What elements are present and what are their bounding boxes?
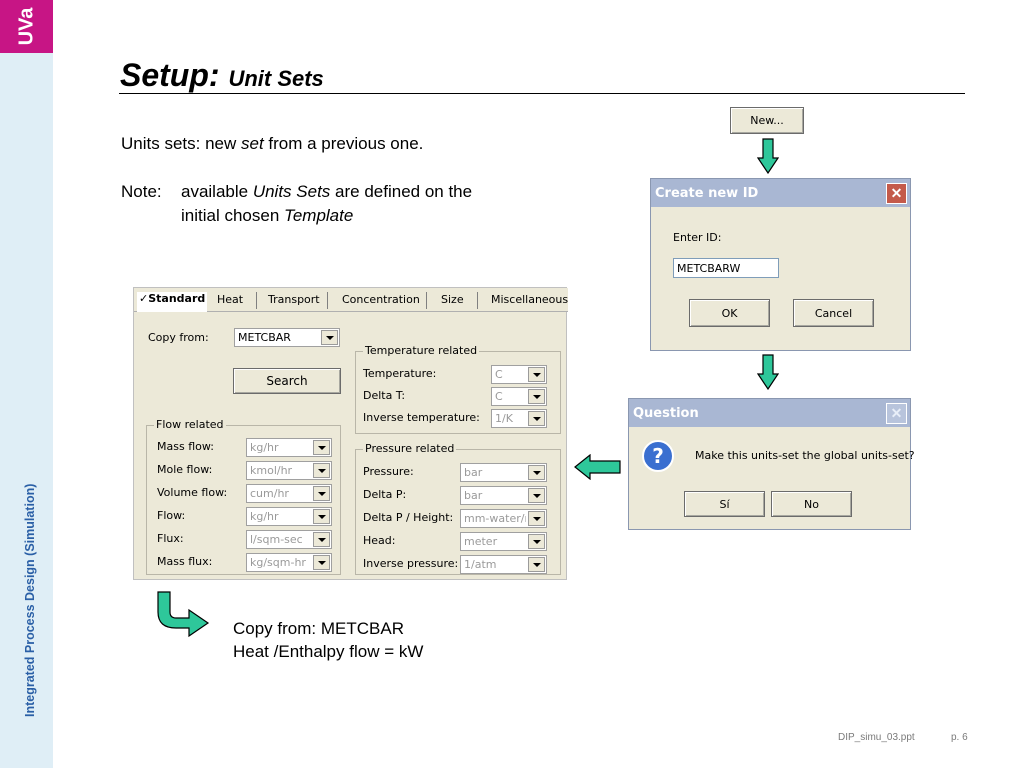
svg-text:?: ? <box>652 444 664 468</box>
temperature-unit-label: Inverse temperature: <box>363 411 480 424</box>
tab-concentration[interactable]: Concentration <box>342 293 420 306</box>
flow-unit-select[interactable]: kg/hr <box>246 507 332 526</box>
temperature-unit-select[interactable]: C <box>491 365 547 384</box>
tab-size[interactable]: Size <box>441 293 464 306</box>
question-message: Make this units-set the global units-set… <box>695 449 915 462</box>
chevron-down-icon <box>528 389 545 404</box>
chevron-down-icon <box>313 555 330 570</box>
footer-filename: DIP_simu_03.ppt <box>838 732 915 743</box>
create-id-dialog: Create new ID ✕ Enter ID: METCBARW OK Ca… <box>650 178 911 351</box>
page-number: p. 6 <box>951 732 968 743</box>
chevron-down-icon <box>528 488 545 503</box>
temperature-unit-select[interactable]: 1/K <box>491 409 547 428</box>
yes-button[interactable]: Sí <box>684 491 765 517</box>
chevron-down-icon <box>528 534 545 549</box>
pressure-unit-select[interactable]: bar <box>460 486 547 505</box>
units-set-panel: ✓Standard Heat Transport Concentration S… <box>133 287 568 580</box>
pressure-unit-select[interactable]: bar <box>460 463 547 482</box>
tab-separator <box>256 292 257 309</box>
id-input[interactable]: METCBARW <box>673 258 779 278</box>
note-line-2: initial chosen Template <box>181 206 354 225</box>
down-arrow-icon <box>757 354 779 390</box>
chevron-down-icon <box>313 440 330 455</box>
heat-flow-note: Heat /Enthalpy flow = kW <box>233 642 424 661</box>
copy-from-select[interactable]: METCBAR <box>234 328 340 347</box>
flow-unit-label: Mass flow: <box>157 440 214 453</box>
flow-unit-label: Flux: <box>157 532 184 545</box>
chevron-down-icon <box>528 511 545 526</box>
ok-button[interactable]: OK <box>689 299 770 327</box>
question-dialog: Question ✕ ? Make this units-set the glo… <box>628 398 915 530</box>
flow-unit-label: Volume flow: <box>157 486 228 499</box>
flow-unit-label: Mole flow: <box>157 463 213 476</box>
flow-unit-label: Flow: <box>157 509 186 522</box>
pressure-unit-label: Delta P / Height: <box>363 511 454 524</box>
tab-separator <box>477 292 478 309</box>
curved-arrow-icon <box>157 591 210 638</box>
temperature-unit-label: Delta T: <box>363 389 406 402</box>
pressure-unit-select[interactable]: mm-water/m <box>460 509 547 528</box>
chevron-down-icon <box>313 463 330 478</box>
search-button[interactable]: Search <box>233 368 341 394</box>
flow-unit-select[interactable]: kmol/hr <box>246 461 332 480</box>
chevron-down-icon <box>528 411 545 426</box>
chevron-down-icon <box>313 532 330 547</box>
flow-unit-select[interactable]: cum/hr <box>246 484 332 503</box>
create-id-titlebar: Create new ID <box>651 179 910 207</box>
chevron-down-icon <box>313 509 330 524</box>
chevron-down-icon <box>528 367 545 382</box>
tab-separator <box>327 292 328 309</box>
chevron-down-icon <box>528 557 545 572</box>
intro-text: Units sets: new set from a previous one. <box>121 134 424 153</box>
pressure-unit-select[interactable]: meter <box>460 532 547 551</box>
temperature-related-label: Temperature related <box>363 344 480 357</box>
course-title: Integrated Process Design (Simulation) <box>23 483 37 717</box>
slide-subtitle: Unit Sets <box>228 66 324 91</box>
pressure-unit-label: Inverse pressure: <box>363 557 459 570</box>
pressure-unit-label: Head: <box>363 534 396 547</box>
close-icon[interactable]: ✕ <box>886 183 907 204</box>
tab-standard[interactable]: ✓Standard <box>137 292 208 312</box>
flow-unit-select[interactable]: kg/sqm-hr <box>246 553 332 572</box>
chevron-down-icon <box>321 330 338 345</box>
left-arrow-icon <box>574 454 621 480</box>
pressure-unit-label: Delta P: <box>363 488 407 501</box>
flow-unit-label: Mass flux: <box>157 555 213 568</box>
chevron-down-icon <box>313 486 330 501</box>
close-icon[interactable]: ✕ <box>886 403 907 424</box>
uva-logo: UVa <box>0 0 53 53</box>
note-label: Note: <box>121 182 162 201</box>
cancel-button[interactable]: Cancel <box>793 299 874 327</box>
enter-id-label: Enter ID: <box>673 231 722 244</box>
flow-related-label: Flow related <box>154 418 226 431</box>
pressure-related-label: Pressure related <box>363 442 457 455</box>
no-button[interactable]: No <box>771 491 852 517</box>
copy-from-note: Copy from: METCBAR <box>233 619 404 638</box>
temperature-unit-label: Temperature: <box>363 367 437 380</box>
slide-title: Setup: Unit Sets <box>120 57 324 93</box>
down-arrow-icon <box>757 138 779 174</box>
tab-separator <box>426 292 427 309</box>
flow-unit-select[interactable]: l/sqm-sec <box>246 530 332 549</box>
question-icon: ? <box>642 440 674 472</box>
new-button[interactable]: New... <box>730 107 804 134</box>
flow-unit-select[interactable]: kg/hr <box>246 438 332 457</box>
note-line-1: available Units Sets are defined on the <box>181 182 473 201</box>
pressure-unit-select[interactable]: 1/atm <box>460 555 547 574</box>
tab-transport[interactable]: Transport <box>268 293 320 306</box>
title-divider <box>119 93 965 94</box>
pressure-unit-label: Pressure: <box>363 465 414 478</box>
tab-miscellaneous[interactable]: Miscellaneous <box>491 293 568 306</box>
copy-from-label: Copy from: <box>148 331 209 344</box>
tab-heat[interactable]: Heat <box>217 293 243 306</box>
question-titlebar: Question <box>629 399 910 427</box>
temperature-unit-select[interactable]: C <box>491 387 547 406</box>
chevron-down-icon <box>528 465 545 480</box>
